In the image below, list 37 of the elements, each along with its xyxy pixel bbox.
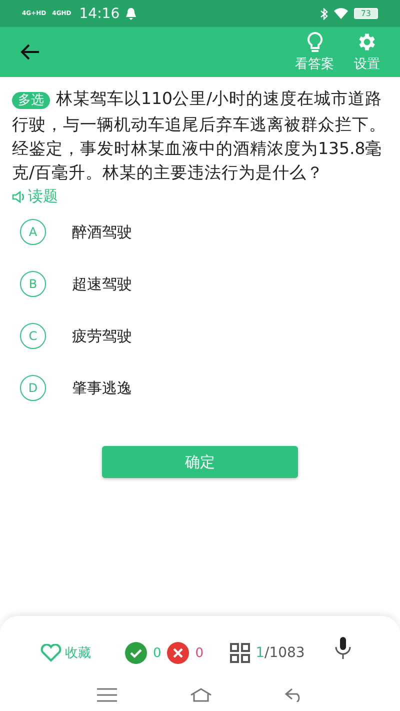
confirm-button[interactable]: 确定	[102, 446, 298, 478]
answer-option[interactable]: C 疲劳驾驶	[12, 310, 388, 362]
wifi-icon	[334, 8, 348, 19]
answer-option[interactable]: A 醉酒驾驶	[12, 206, 388, 258]
read-aloud-button[interactable]: 读题	[12, 187, 58, 206]
menu-icon[interactable]	[96, 688, 117, 702]
grid-icon[interactable]	[230, 643, 250, 663]
option-letter: B	[20, 271, 46, 297]
speaker-icon	[12, 190, 26, 204]
option-text: 疲劳驾驶	[72, 326, 132, 346]
back-arrow-icon[interactable]	[20, 44, 40, 60]
bluetooth-icon	[320, 8, 328, 20]
option-letter: D	[20, 375, 46, 401]
option-text: 醉酒驾驶	[72, 222, 132, 242]
check-circle-icon	[125, 642, 147, 664]
microphone-icon[interactable]	[334, 636, 352, 660]
correct-count: 0	[153, 646, 162, 660]
notification-icon	[126, 8, 136, 20]
heart-icon	[40, 644, 62, 662]
answer-option[interactable]: B 超速驾驶	[12, 258, 388, 310]
wrong-count: 0	[195, 646, 204, 660]
option-letter: A	[20, 219, 46, 245]
cross-circle-icon	[167, 642, 190, 664]
favorite-button[interactable]: 收藏	[40, 644, 91, 662]
progress-counter: 1/1083	[256, 645, 305, 661]
home-icon[interactable]	[190, 688, 212, 702]
answer-option[interactable]: D 肇事逃逸	[12, 362, 388, 414]
lightbulb-icon	[306, 31, 324, 53]
option-letter: C	[20, 323, 46, 349]
settings-button[interactable]: 设置	[354, 31, 380, 73]
question-type-badge: 多选	[12, 92, 50, 109]
option-text: 肇事逃逸	[72, 378, 132, 398]
show-answer-button[interactable]: 看答案	[295, 31, 334, 73]
question-text: 多选 林某驾车以110公里/小时的速度在城市道路行驶，与一辆机动车追尾后弃车逃离被群众拦下。经鉴定，事发时林某血液中的酒精浓度为135.8毫克/百毫升。林某的主要违法行为是什么？	[12, 88, 387, 184]
status-time: 14:16	[79, 6, 120, 22]
battery-level: 73	[354, 8, 378, 19]
option-text: 超速驾驶	[72, 274, 132, 294]
